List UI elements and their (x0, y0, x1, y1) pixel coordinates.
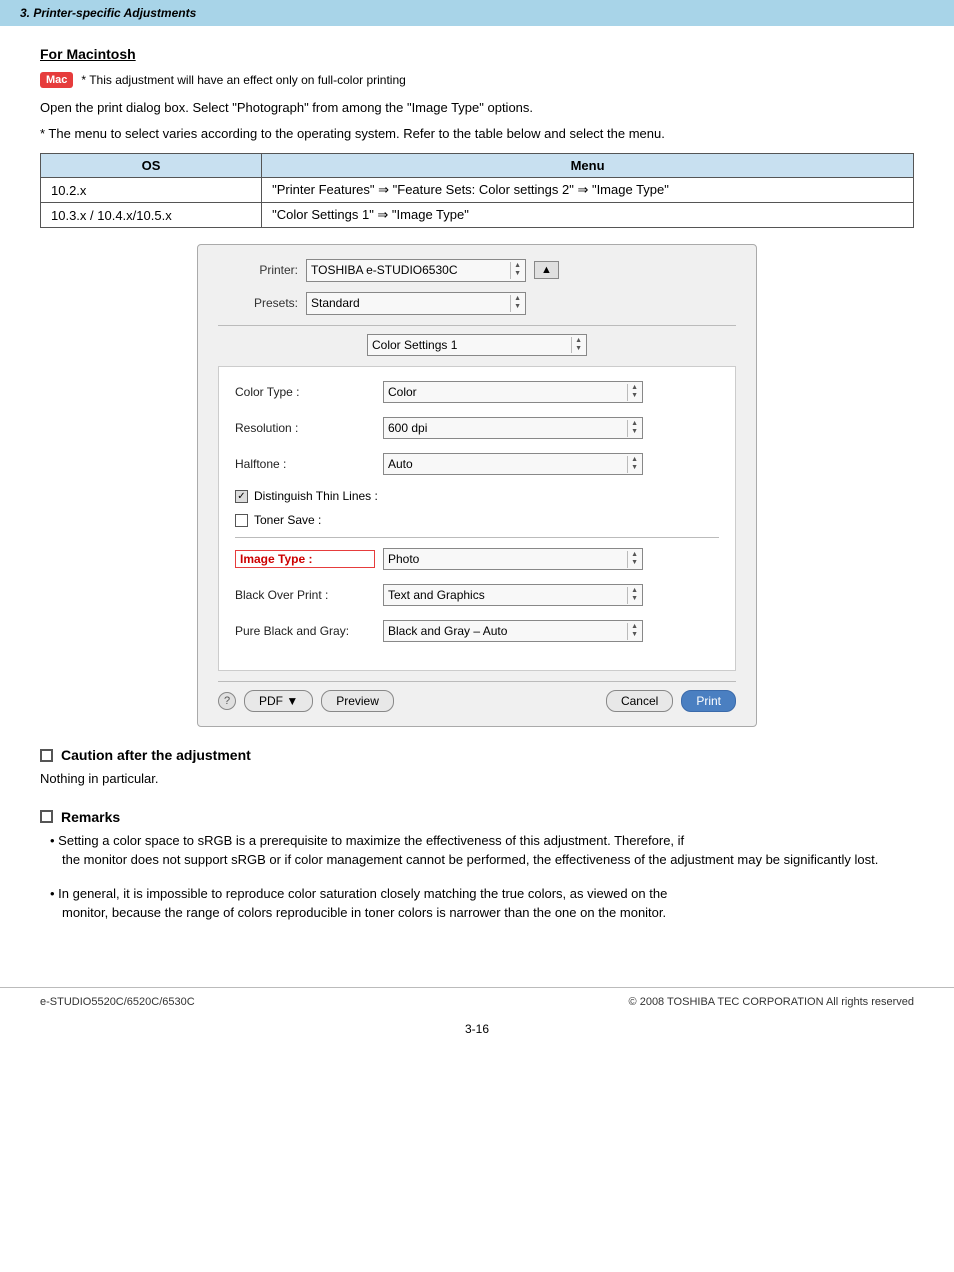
remark-item-2: • In general, it is impossible to reprod… (50, 884, 914, 923)
cancel-button[interactable]: Cancel (606, 690, 673, 712)
printer-select[interactable]: TOSHIBA e-STUDIO6530C ▲▼ (306, 259, 526, 282)
resolution-select[interactable]: 600 dpi ▲▼ (383, 417, 643, 439)
caution-section: Caution after the adjustment Nothing in … (40, 747, 914, 789)
table-cell-os2: 10.3.x / 10.4.x/10.5.x (41, 203, 262, 228)
chapter-title: 3. Printer-specific Adjustments (20, 6, 196, 20)
color-settings-row: Color Settings 1 ▲▼ (218, 334, 736, 357)
remarks-section: Remarks • Setting a color space to sRGB … (40, 809, 914, 923)
pure-black-arrows: ▲▼ (627, 623, 638, 640)
dialog-footer: ? PDF ▼ Preview Cancel Print (218, 681, 736, 712)
image-type-value: Photo (388, 552, 623, 566)
table-cell-os1: 10.2.x (41, 178, 262, 203)
table-header-os: OS (41, 154, 262, 178)
color-type-label: Color Type : (235, 385, 375, 399)
printer-arrows: ▲▼ (510, 262, 521, 279)
color-settings-value: Color Settings 1 (372, 338, 567, 352)
remark-item-1: • Setting a color space to sRGB is a pre… (50, 831, 914, 870)
pure-black-row: Pure Black and Gray: Black and Gray – Au… (235, 620, 719, 642)
presets-select[interactable]: Standard ▲▼ (306, 292, 526, 315)
distinguish-checkbox[interactable]: ✓ (235, 490, 248, 503)
remark-text-2: • In general, it is impossible to reprod… (50, 886, 667, 901)
image-type-arrows: ▲▼ (627, 551, 638, 568)
black-over-print-select[interactable]: Text and Graphics ▲▼ (383, 584, 643, 606)
remarks-square-icon (40, 810, 53, 823)
color-settings-select[interactable]: Color Settings 1 ▲▼ (367, 334, 587, 357)
page-number: 3-16 (0, 1022, 954, 1036)
image-type-label: Image Type : (235, 550, 375, 568)
toner-save-row: Toner Save : (235, 513, 719, 527)
halftone-value: Auto (388, 457, 623, 471)
toner-save-checkbox[interactable] (235, 514, 248, 527)
pure-black-select[interactable]: Black and Gray – Auto ▲▼ (383, 620, 643, 642)
table-cell-menu2: "Color Settings 1" ⇒ "Image Type" (262, 203, 914, 228)
preview-button[interactable]: Preview (321, 690, 394, 712)
top-bar: 3. Printer-specific Adjustments (0, 0, 954, 26)
color-type-row: Color Type : Color ▲▼ (235, 381, 719, 403)
remarks-heading: Remarks (40, 809, 914, 825)
distinguish-label: Distinguish Thin Lines : (254, 489, 378, 503)
presets-value: Standard (311, 296, 506, 310)
footer-right-text: © 2008 TOSHIBA TEC CORPORATION All right… (629, 996, 914, 1008)
distinguish-row: ✓ Distinguish Thin Lines : (235, 489, 719, 503)
caution-heading: Caution after the adjustment (40, 747, 914, 763)
remark-indent-2: monitor, because the range of colors rep… (62, 905, 666, 920)
printer-label: Printer: (218, 263, 298, 277)
remark-text-1: • Setting a color space to sRGB is a pre… (50, 833, 684, 848)
color-type-arrows: ▲▼ (627, 384, 638, 401)
black-over-print-label: Black Over Print : (235, 588, 375, 602)
footer-left-text: e-STUDIO5520C/6520C/6530C (40, 996, 195, 1008)
halftone-row: Halftone : Auto ▲▼ (235, 453, 719, 475)
table-header-menu: Menu (262, 154, 914, 178)
image-type-select[interactable]: Photo ▲▼ (383, 548, 643, 570)
os-menu-table: OS Menu 10.2.x "Printer Features" ⇒ "Fea… (40, 153, 914, 228)
footer-right: Cancel Print (606, 690, 736, 712)
printer-row: Printer: TOSHIBA e-STUDIO6530C ▲▼ ▲ (218, 259, 736, 282)
remark-indent-1: the monitor does not support sRGB or if … (62, 852, 878, 867)
color-type-select[interactable]: Color ▲▼ (383, 381, 643, 403)
color-type-value: Color (388, 385, 623, 399)
footer-bar: e-STUDIO5520C/6520C/6530C © 2008 TOSHIBA… (0, 987, 954, 1016)
presets-row: Presets: Standard ▲▼ (218, 292, 736, 315)
printer-value: TOSHIBA e-STUDIO6530C (311, 263, 506, 277)
pure-black-label: Pure Black and Gray: (235, 624, 375, 638)
inner-panel: Color Type : Color ▲▼ Resolution : 600 d… (218, 366, 736, 671)
color-settings-arrows: ▲▼ (571, 337, 582, 354)
caution-text: Nothing in particular. (40, 769, 914, 789)
mac-note-text: * This adjustment will have an effect on… (81, 73, 405, 87)
table-cell-menu1: "Printer Features" ⇒ "Feature Sets: Colo… (262, 178, 914, 203)
footer-left: ? PDF ▼ Preview (218, 690, 394, 712)
print-dialog: Printer: TOSHIBA e-STUDIO6530C ▲▼ ▲ Pres… (197, 244, 757, 727)
halftone-label: Halftone : (235, 457, 375, 471)
toner-save-label: Toner Save : (254, 513, 321, 527)
print-button[interactable]: Print (681, 690, 736, 712)
for-mac-title: For Macintosh (40, 46, 914, 62)
black-over-print-value: Text and Graphics (388, 588, 623, 602)
presets-label: Presets: (218, 296, 298, 310)
caution-square-icon (40, 749, 53, 762)
mac-badge: Mac (40, 72, 73, 88)
halftone-select[interactable]: Auto ▲▼ (383, 453, 643, 475)
resolution-row: Resolution : 600 dpi ▲▼ (235, 417, 719, 439)
table-row: 10.3.x / 10.4.x/10.5.x "Color Settings 1… (41, 203, 914, 228)
image-type-row: Image Type : Photo ▲▼ (235, 548, 719, 570)
mac-note-row: Mac * This adjustment will have an effec… (40, 72, 914, 88)
halftone-arrows: ▲▼ (627, 456, 638, 473)
presets-arrows: ▲▼ (510, 295, 521, 312)
resolution-label: Resolution : (235, 421, 375, 435)
table-row: 10.2.x "Printer Features" ⇒ "Feature Set… (41, 178, 914, 203)
pdf-button[interactable]: PDF ▼ (244, 690, 313, 712)
help-button[interactable]: ? (218, 692, 236, 710)
para2: * The menu to select varies according to… (40, 124, 914, 144)
expand-button[interactable]: ▲ (534, 261, 559, 279)
black-over-print-arrows: ▲▼ (627, 587, 638, 604)
pure-black-value: Black and Gray – Auto (388, 624, 623, 638)
black-over-print-row: Black Over Print : Text and Graphics ▲▼ (235, 584, 719, 606)
for-mac-section: For Macintosh Mac * This adjustment will… (40, 46, 914, 228)
para1: Open the print dialog box. Select "Photo… (40, 98, 914, 118)
resolution-arrows: ▲▼ (627, 420, 638, 437)
resolution-value: 600 dpi (388, 421, 623, 435)
remarks-list: • Setting a color space to sRGB is a pre… (50, 831, 914, 923)
